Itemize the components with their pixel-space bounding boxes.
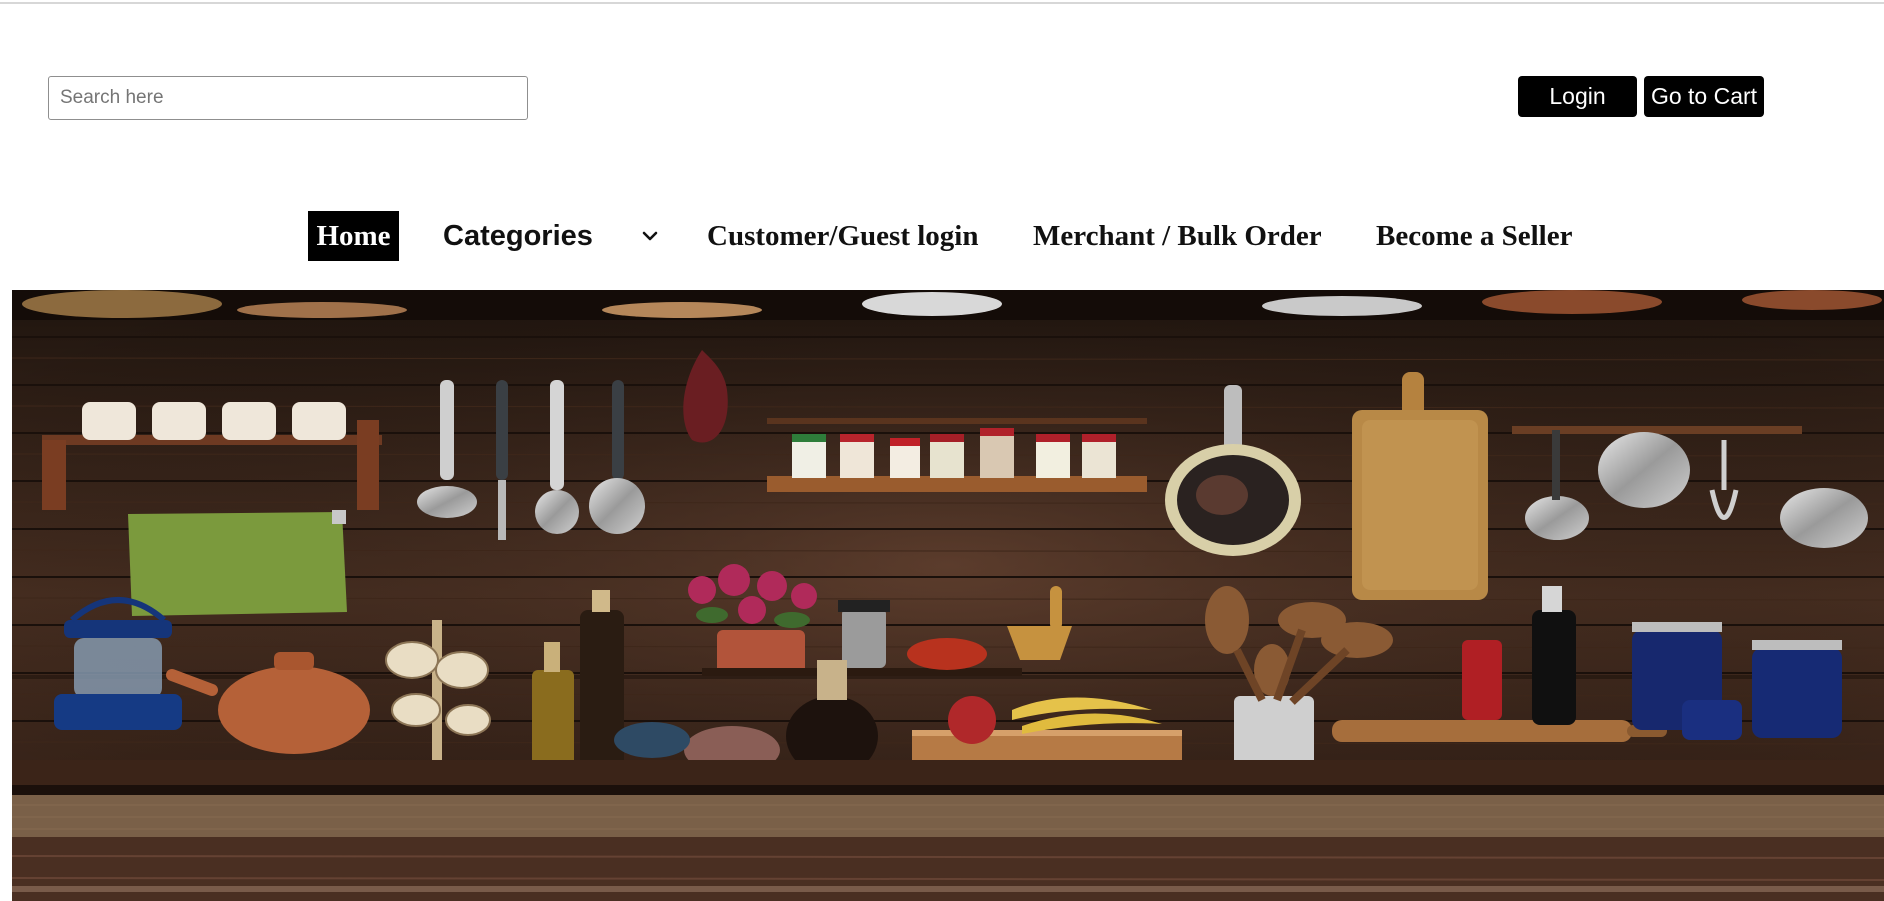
nav-become-a-seller[interactable]: Become a Seller bbox=[1376, 211, 1572, 261]
nav-merchant-bulk-order[interactable]: Merchant / Bulk Order bbox=[1033, 211, 1322, 261]
go-to-cart-button[interactable]: Go to Cart bbox=[1644, 76, 1764, 117]
nav-categories[interactable]: Categories bbox=[443, 211, 593, 261]
nav-customer-guest-login[interactable]: Customer/Guest login bbox=[707, 211, 978, 261]
login-button[interactable]: Login bbox=[1518, 76, 1637, 117]
main-navigation: Home Categories Customer/Guest login Mer… bbox=[0, 211, 1884, 261]
top-divider bbox=[0, 2, 1884, 4]
chevron-down-icon[interactable] bbox=[640, 211, 660, 261]
hero-banner-image bbox=[12, 290, 1884, 901]
search-input[interactable] bbox=[48, 76, 528, 120]
nav-home[interactable]: Home bbox=[308, 211, 399, 261]
